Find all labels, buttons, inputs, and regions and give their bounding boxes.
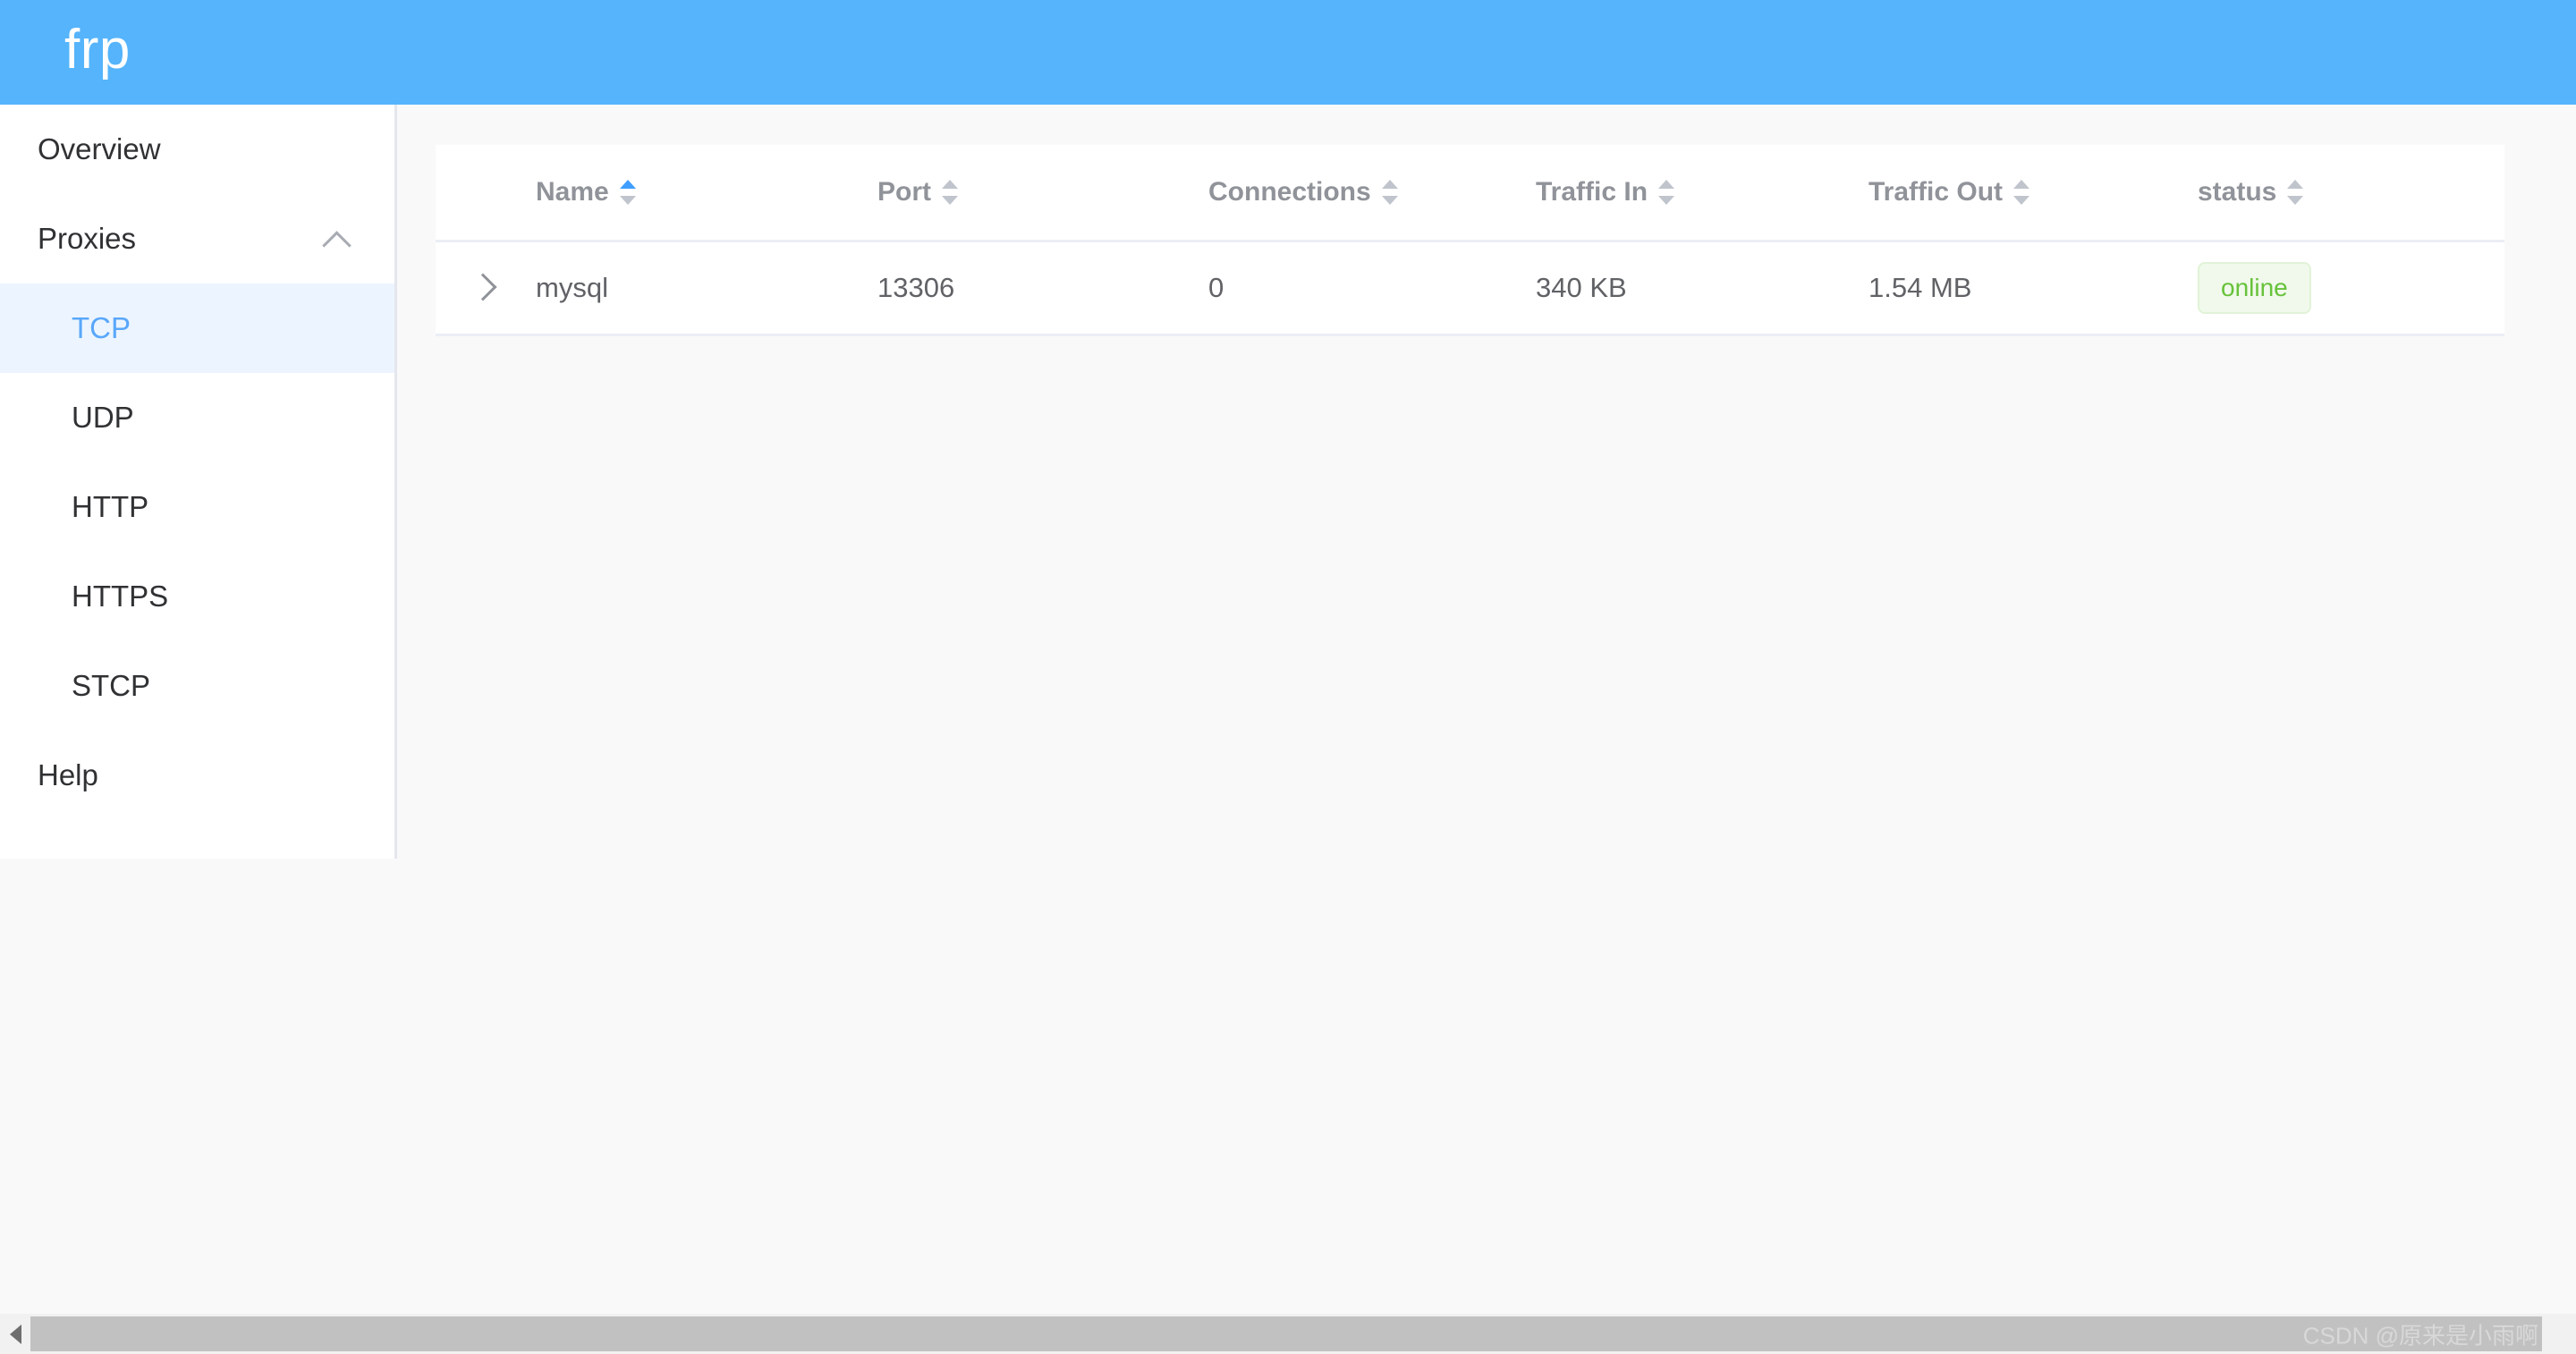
sort-caret-icon[interactable]	[619, 177, 636, 207]
caret-up-icon	[619, 179, 636, 189]
sidebar-item-label: Overview	[38, 132, 161, 165]
app-logo: frp	[64, 18, 131, 80]
table-header: Name Port Connections Traffic In Traffic…	[436, 145, 2504, 242]
caret-up-icon	[1381, 179, 1398, 189]
sort-caret-icon[interactable]	[2287, 177, 2304, 207]
sidebar-item-label: STCP	[72, 669, 151, 702]
sidebar-item-label: HTTP	[72, 490, 149, 523]
th-connections[interactable]: Connections	[1208, 145, 1536, 242]
table-body: mysql 13306 0 340 KB 1.54 MB online	[436, 241, 2504, 336]
scrollbar-thumb[interactable]	[30, 1316, 2542, 1351]
caret-down-icon	[942, 195, 958, 205]
table-row[interactable]: mysql 13306 0 340 KB 1.54 MB online	[436, 241, 2504, 336]
th-name[interactable]: Name	[536, 145, 877, 242]
horizontal-scrollbar[interactable]: CSDN @原来是小雨啊	[0, 1314, 2576, 1354]
main-content: Name Port Connections Traffic In Traffic…	[400, 105, 2576, 1314]
sidebar-item-label: HTTPS	[72, 580, 169, 613]
caret-down-icon	[2013, 195, 2030, 205]
th-name-label: Name	[536, 176, 609, 207]
caret-down-icon	[1658, 195, 1675, 205]
cell-traffic-out: 1.54 MB	[1868, 241, 2198, 336]
cell-port: 13306	[877, 241, 1208, 336]
cell-name: mysql	[536, 241, 877, 336]
th-port[interactable]: Port	[877, 145, 1208, 242]
sidebar-item-stcp[interactable]: STCP	[0, 641, 394, 731]
sort-caret-icon[interactable]	[1658, 177, 1675, 207]
sidebar-item-http[interactable]: HTTP	[0, 462, 394, 552]
th-connections-label: Connections	[1208, 176, 1371, 207]
sidebar-item-overview[interactable]: Overview	[0, 105, 394, 194]
caret-up-icon	[942, 179, 958, 189]
th-traffic-out-label: Traffic Out	[1868, 176, 2004, 207]
th-status[interactable]: status	[2198, 145, 2504, 242]
th-traffic-in[interactable]: Traffic In	[1536, 145, 1868, 242]
status-badge: online	[2198, 261, 2311, 314]
sidebar-item-label: Help	[38, 758, 98, 791]
row-expand-cell[interactable]	[436, 241, 536, 336]
caret-down-icon	[1381, 195, 1398, 205]
scrollbar-track[interactable]: CSDN @原来是小雨啊	[30, 1314, 2576, 1354]
sidebar-item-label: TCP	[72, 311, 131, 344]
th-traffic-in-label: Traffic In	[1536, 176, 1648, 207]
sidebar-item-proxies[interactable]: Proxies	[0, 194, 394, 283]
sidebar-item-label: Proxies	[38, 222, 137, 255]
caret-down-icon	[619, 195, 636, 205]
caret-down-icon	[2287, 195, 2304, 205]
th-traffic-out[interactable]: Traffic Out	[1868, 145, 2198, 242]
triangle-left-icon	[9, 1324, 21, 1344]
cell-traffic-in: 340 KB	[1536, 241, 1868, 336]
th-expand	[436, 145, 536, 242]
sort-caret-icon[interactable]	[2013, 177, 2030, 207]
sort-caret-icon[interactable]	[942, 177, 958, 207]
cell-status: online	[2198, 241, 2504, 336]
chevron-up-icon[interactable]	[325, 226, 350, 251]
sort-caret-icon[interactable]	[1381, 177, 1398, 207]
sidebar-item-udp[interactable]: UDP	[0, 373, 394, 462]
caret-up-icon	[1658, 179, 1675, 189]
table-header-row: Name Port Connections Traffic In Traffic…	[436, 145, 2504, 242]
proxies-table: Name Port Connections Traffic In Traffic…	[436, 145, 2504, 336]
scroll-left-button[interactable]	[0, 1314, 30, 1354]
sidebar-item-tcp[interactable]: TCP	[0, 283, 394, 373]
sidebar-item-https[interactable]: HTTPS	[0, 552, 394, 641]
sidebar-item-help[interactable]: Help	[0, 731, 394, 820]
cell-connections: 0	[1208, 241, 1536, 336]
caret-up-icon	[2013, 179, 2030, 189]
sidebar-item-label: UDP	[72, 401, 134, 434]
sidebar: Overview Proxies TCP UDP HTTP HTTPS STCP…	[0, 105, 397, 859]
proxies-table-card: Name Port Connections Traffic In Traffic…	[436, 145, 2504, 336]
caret-up-icon	[2287, 179, 2304, 189]
th-port-label: Port	[877, 176, 931, 207]
app-header: frp	[0, 0, 2576, 105]
chevron-right-icon[interactable]	[469, 272, 497, 301]
th-status-label: status	[2198, 176, 2277, 207]
